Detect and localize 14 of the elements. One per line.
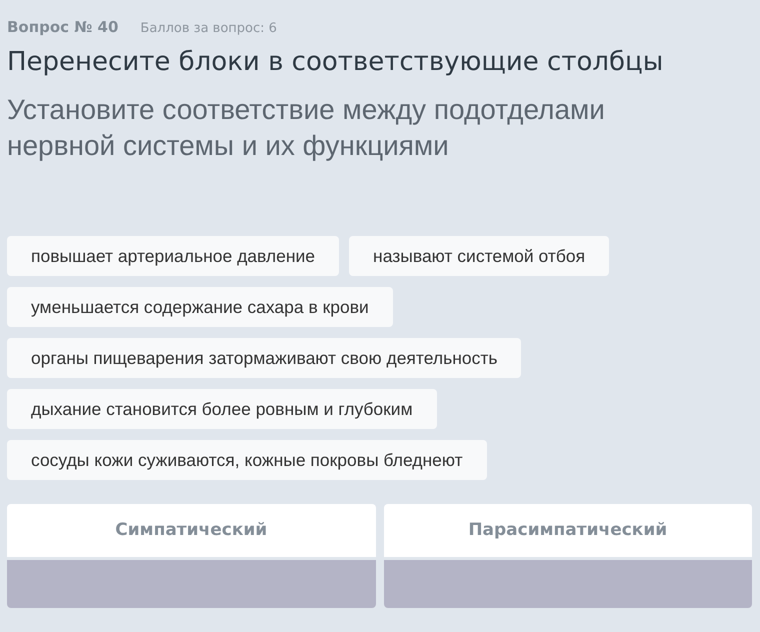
- draggable-block[interactable]: уменьшается содержание сахара в крови: [7, 287, 393, 327]
- question-number: Вопрос № 40: [7, 18, 118, 36]
- draggable-block[interactable]: называют системой отбоя: [349, 236, 610, 276]
- draggable-block[interactable]: органы пищеварения затормаживают свою деятельность: [7, 338, 522, 378]
- column-header: Парасимпатический: [384, 504, 752, 560]
- column-header: Симпатический: [7, 504, 376, 560]
- drop-zone[interactable]: [384, 560, 752, 608]
- points-label: Баллов за вопрос: 6: [140, 21, 277, 36]
- drop-zone[interactable]: [7, 560, 376, 608]
- draggable-block[interactable]: сосуды кожи суживаются, кожные покровы бледнеют: [7, 440, 487, 480]
- task-title: Перенесите блоки в соответствующие столбцы: [7, 46, 664, 79]
- draggable-block[interactable]: повышает артериальное давление: [7, 236, 340, 276]
- question-text: Установите соответствие между подотделами нервной системы и их функциями: [7, 93, 606, 163]
- draggable-block[interactable]: дыхание становится более ровным и глубоким: [7, 389, 437, 429]
